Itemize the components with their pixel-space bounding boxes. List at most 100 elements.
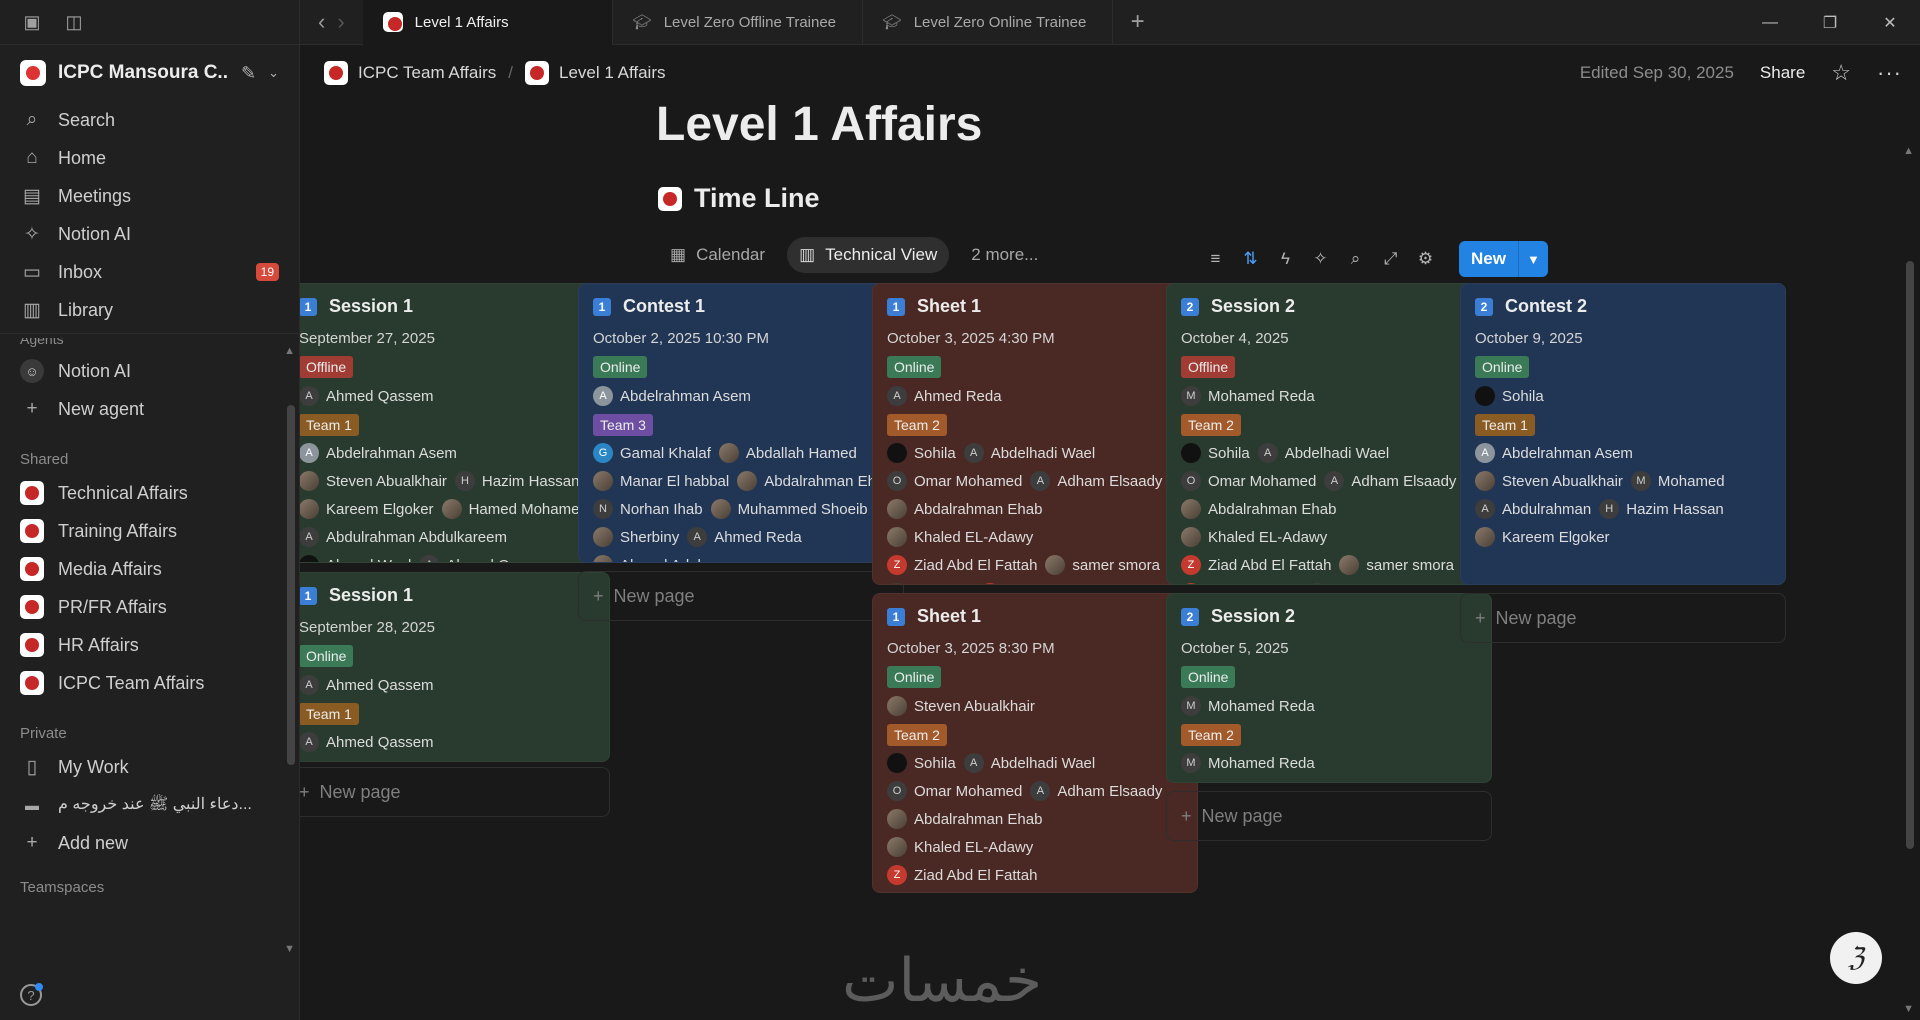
sidebar-item-library[interactable]: ▥ Library [0,291,299,329]
sidebar-item-my-work[interactable]: ▯ My Work [0,748,299,786]
board-card[interactable]: 2 Session 2 October 5, 2025 Online M Mohamed … [1166,593,1492,783]
scroll-down-arrow-icon[interactable]: ▼ [284,943,295,955]
person-chip[interactable]: samer smora [1339,554,1454,576]
person-chip[interactable]: A Ahmed Qassem [419,554,554,562]
person-chip[interactable]: Sohila [1475,385,1544,407]
tab-level-zero-offline[interactable]: 🎓︎ Level Zero Offline Trainee [613,0,863,45]
sidebar-item-home[interactable]: ⌂ Home [0,139,299,177]
person-chip[interactable]: A Abdelrahman Asem [593,385,751,407]
sidebar-item-training-affairs[interactable]: Training Affairs [0,512,299,550]
person-chip[interactable]: M Mohamed Reda [1181,752,1315,774]
person-chip[interactable]: A Ahmed Reda [887,385,1002,407]
scroll-down-arrow-icon[interactable]: ▼ [1903,1003,1914,1015]
board-card[interactable]: 2 Contest 2 October 9, 2025 Online Sohila Tea… [1460,283,1786,585]
sidebar-item-technical-affairs[interactable]: Technical Affairs [0,474,299,512]
person-chip[interactable]: M Mohamed Reda [1181,695,1315,717]
person-chip[interactable]: Khaled EL-Adawy [887,836,1033,858]
person-chip[interactable]: Kareem Elgoker [300,498,434,520]
board-card[interactable]: 1 Session 1 September 27, 2025 Offline A Ahme… [300,283,610,563]
new-page-button[interactable]: + New page [578,571,904,621]
person-chip[interactable]: Ahmed Wael [300,554,411,562]
help-icon[interactable]: ? [20,983,43,1006]
person-chip[interactable]: Sohil Abuzeid [979,582,1098,584]
new-page-button[interactable]: + New page [1166,791,1492,841]
minimize-icon[interactable]: — [1740,14,1800,32]
person-chip[interactable]: Sohil Abuzeid [1181,582,1299,584]
workspace-switcher[interactable]: ICPC Mansoura C... ✎ ⌄ [0,45,299,101]
person-chip[interactable]: Hamed Mohamed [441,498,588,520]
person-chip[interactable]: O Omar Mohamed [1181,470,1316,492]
board-card[interactable]: 1 Sheet 1 October 3, 2025 8:30 PM Online Ste… [872,593,1198,893]
sidebar-item-agent-notion-ai[interactable]: ☺ Notion AI [0,352,299,390]
tab-level-zero-online[interactable]: 🎓︎ Level Zero Online Trainee [863,0,1113,45]
person-chip[interactable]: O Omar Ali [887,582,972,584]
sidebar-item-inbox[interactable]: ▭ Inbox 19 [0,253,299,291]
close-icon[interactable]: ✕ [1860,13,1920,33]
person-chip[interactable]: A Abdelhadi Wael [963,442,1095,464]
person-chip[interactable]: Muhammed Shoeib [710,498,868,520]
person-chip[interactable]: Steven Abualkhair [887,695,1035,717]
person-chip[interactable]: A Adham Elsaady [1324,470,1456,492]
sidebar-item-meetings[interactable]: ▤ Meetings [0,177,299,215]
person-chip[interactable]: A Adham Elsaady [1030,780,1162,802]
sidebar-item-media-affairs[interactable]: Media Affairs [0,550,299,588]
sidebar-item-dua[interactable]: ▬ دعاء النبي ﷺ عند خروجه م... [0,786,299,824]
maximize-icon[interactable]: ❐ [1800,13,1860,33]
person-chip[interactable]: G Gamal Khalaf [593,442,711,464]
person-chip[interactable]: Abdalrahman Ehab [737,470,893,492]
new-page-button[interactable]: + New page [300,767,610,817]
person-chip[interactable]: Sohila [887,752,956,774]
person-chip[interactable]: Abdalrahman Ehab [887,498,1042,520]
sidebar-toggle-icon[interactable]: ◫ [62,10,86,34]
chevron-down-icon[interactable]: ⌄ [268,65,279,81]
person-chip[interactable]: A Ahmed Qassem [300,385,434,407]
person-chip[interactable]: samer smora [1045,554,1160,576]
person-chip[interactable]: A Abdulrahman [1475,498,1591,520]
sidebar-item-icpc-team-affairs[interactable]: ICPC Team Affairs [0,664,299,702]
board-card[interactable]: 1 Sheet 1 October 3, 2025 4:30 PM Online A Ah… [872,283,1198,585]
sidebar-scrollbar[interactable] [287,405,295,765]
person-chip[interactable]: Sohila [1181,442,1250,464]
person-chip[interactable]: Z Ziad Abd El Fattah [887,554,1037,576]
person-chip[interactable]: M Mohamed [1630,470,1725,492]
tab-level-1-affairs[interactable]: Level 1 Affairs [362,0,613,45]
person-chip[interactable]: A Adham Elsaady [1030,470,1162,492]
person-chip[interactable]: O Omar Mohamed [887,470,1022,492]
scroll-up-arrow-icon[interactable]: ▲ [284,345,295,357]
notion-logo-icon[interactable]: ▣ [20,10,44,34]
person-chip[interactable]: Ahmed Adel [593,554,701,562]
person-chip[interactable]: Steven Abualkhair [300,470,447,492]
person-chip[interactable]: Steven Abualkhair [1475,470,1623,492]
sidebar-item-search[interactable]: ⌕ Search [0,101,299,139]
person-chip[interactable]: Abdallah Hamed [718,442,857,464]
person-chip[interactable]: Kareem Elgoker [1475,526,1610,548]
person-chip[interactable]: A Ahmed Qassem [300,731,434,753]
person-chip[interactable]: A Abdelrahman Asem [300,442,457,464]
person-chip[interactable]: A Abdulrahman Abdulkareem [300,526,507,548]
person-chip[interactable]: O Omar Ali [1306,582,1392,584]
person-chip[interactable]: A Abdelhadi Wael [963,752,1095,774]
person-chip[interactable]: Abdalrahman Ehab [1181,498,1336,520]
person-chip[interactable]: Z Ziad Abd El Fattah [887,864,1037,886]
person-chip[interactable]: Khaled EL-Adawy [887,526,1033,548]
back-arrow-icon[interactable]: ‹ [318,11,325,33]
person-chip[interactable]: Z Ziad Abd El Fattah [1181,554,1331,576]
new-page-button[interactable]: + New page [1460,593,1786,643]
board-card[interactable]: 1 Session 1 September 28, 2025 Online A Ahmed… [300,572,610,762]
new-page-compose-icon[interactable]: ✎ [241,63,256,84]
sidebar-item-new-agent[interactable]: + New agent [0,390,299,428]
notion-ai-assistant-button[interactable]: ℨ [1830,932,1882,984]
person-chip[interactable]: A Ahmed Reda [687,526,802,548]
person-chip[interactable]: O Omar Mohamed [887,780,1022,802]
board-card[interactable]: 2 Session 2 October 4, 2025 Offline M Mohamed… [1166,283,1492,585]
main-scrollbar[interactable] [1906,261,1914,849]
new-tab-plus-icon[interactable]: + [1113,8,1163,36]
sidebar-add-new[interactable]: + Add new [0,824,299,862]
person-chip[interactable]: A Abdelhadi Wael [1257,442,1389,464]
person-chip[interactable]: H Hazim Hassan [1599,498,1724,520]
sidebar-item-notion-ai[interactable]: ✧ Notion AI [0,215,299,253]
person-chip[interactable]: Sohila [887,442,956,464]
sidebar-item-pr-fr-affairs[interactable]: PR/FR Affairs [0,588,299,626]
board-card[interactable]: 1 Contest 1 October 2, 2025 10:30 PM Online… [578,283,904,563]
person-chip[interactable]: N Norhan Ihab [593,498,703,520]
